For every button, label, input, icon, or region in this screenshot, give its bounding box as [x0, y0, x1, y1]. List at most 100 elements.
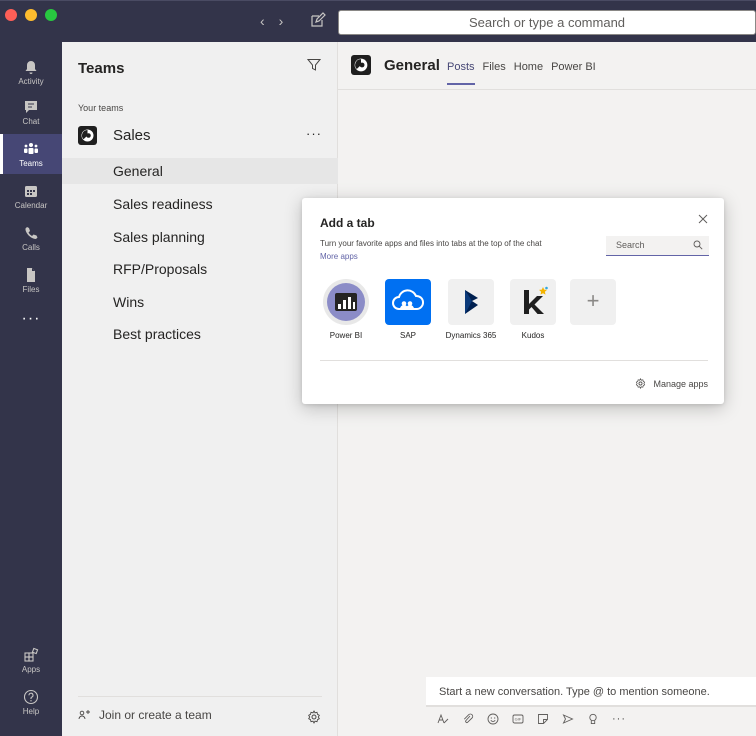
rail-item-teams[interactable]: Teams [0, 134, 62, 174]
join-team-button[interactable]: Join or create a team [78, 708, 212, 722]
back-arrow-icon[interactable]: ‹ [260, 13, 265, 29]
app-label: Power BI [329, 331, 363, 340]
rail-item-calls[interactable]: Calls [0, 218, 62, 258]
channel-rfp-proposals[interactable]: RFP/Proposals [62, 256, 338, 282]
chat-icon [25, 100, 37, 113]
tab-files[interactable]: Files [483, 61, 506, 85]
dialog-title: Add a tab [320, 216, 375, 230]
section-heading: Your teams [78, 103, 124, 113]
rail-item-activity[interactable]: Activity [0, 52, 62, 92]
channel-general[interactable]: General [62, 158, 338, 184]
rail-label: Calls [22, 242, 40, 252]
plus-icon: + [570, 279, 616, 325]
window-controls [5, 9, 57, 21]
more-options-icon[interactable]: ··· [306, 126, 322, 141]
bell-icon [25, 60, 37, 74]
emoji-icon[interactable] [487, 713, 499, 725]
channel-sales-readiness[interactable]: Sales readiness [62, 191, 338, 217]
channel-title: General [384, 57, 440, 74]
command-search-input[interactable]: Search or type a command [338, 10, 756, 35]
divider [320, 360, 708, 361]
new-conversation-input[interactable]: Start a new conversation. Type @ to ment… [426, 677, 756, 707]
format-icon[interactable] [437, 713, 449, 725]
filter-icon[interactable] [307, 58, 321, 72]
maximize-window-button[interactable] [45, 9, 57, 21]
rail-item-help[interactable]: Help [0, 682, 62, 722]
team-name: Sales [113, 126, 151, 144]
teams-list-pane: Teams Your teams Sales ··· General Sales… [62, 42, 338, 736]
app-sap[interactable]: SAP [378, 279, 438, 340]
rail-label: Teams [19, 158, 43, 168]
apps-icon [24, 647, 39, 662]
channel-avatar [351, 55, 371, 75]
channel-wins[interactable]: Wins [62, 289, 338, 315]
praise-icon[interactable] [587, 713, 599, 725]
attach-icon[interactable] [462, 713, 474, 725]
app-search-input[interactable]: Search [606, 236, 709, 256]
manage-apps-button[interactable]: Manage apps [635, 378, 708, 389]
kudos-tile [510, 279, 556, 325]
pane-title: Teams [78, 60, 125, 77]
rail-item-chat[interactable]: Chat [0, 92, 62, 132]
rail-label: Activity [18, 76, 44, 86]
sap-tile [385, 279, 431, 325]
rail-item-files[interactable]: Files [0, 260, 62, 300]
power-bi-icon [327, 283, 365, 321]
rail-label: Apps [21, 664, 41, 674]
history-nav: ‹ › [260, 13, 283, 29]
dynamics-tile [448, 279, 494, 325]
app-label: Dynamics 365 [445, 331, 497, 340]
app-rail: Activity Chat Teams Calendar Calls Files… [0, 42, 62, 736]
more-apps-link[interactable]: More apps [320, 252, 358, 261]
kudos-icon [524, 286, 548, 314]
forward-arrow-icon[interactable]: › [279, 13, 284, 29]
calendar-icon [25, 185, 37, 197]
rail-label: Files [22, 284, 40, 294]
team-avatar [78, 125, 97, 145]
search-icon [693, 240, 703, 250]
teams-icon [24, 142, 38, 154]
minimize-window-button[interactable] [25, 9, 37, 21]
tab-posts[interactable]: Posts [447, 61, 475, 85]
dynamics-icon [465, 290, 478, 314]
more-options-icon[interactable]: ··· [612, 713, 626, 725]
team-logo-icon [354, 58, 368, 72]
tab-home[interactable]: Home [514, 61, 543, 85]
channel-sales-planning[interactable]: Sales planning [62, 224, 338, 250]
compose-toolbar: GIF ··· [437, 713, 626, 725]
more-apps-icon[interactable]: ··· [0, 310, 62, 328]
app-label: SAP [399, 331, 416, 340]
gear-icon[interactable] [307, 710, 321, 724]
app-dynamics-365[interactable]: Dynamics 365 [441, 279, 501, 340]
app-kudos[interactable]: Kudos [503, 279, 563, 340]
rail-item-calendar[interactable]: Calendar [0, 176, 62, 216]
title-bar: ‹ › Search or type a command [0, 0, 756, 42]
app-label: Kudos [521, 331, 545, 340]
channel-best-practices[interactable]: Best practices [62, 321, 338, 347]
gif-icon[interactable]: GIF [512, 713, 524, 725]
tab-power-bi[interactable]: Power BI [551, 61, 596, 85]
close-window-button[interactable] [5, 9, 17, 21]
team-logo-icon [81, 129, 94, 141]
rail-label: Calendar [14, 200, 48, 210]
meet-now-icon[interactable] [562, 713, 574, 725]
app-power-bi[interactable]: Power BI [316, 279, 376, 340]
sticker-icon[interactable] [537, 713, 549, 725]
file-icon [27, 267, 35, 282]
team-row-sales[interactable]: Sales ··· [78, 122, 322, 148]
divider [78, 696, 322, 697]
close-icon[interactable] [698, 214, 708, 224]
manage-label: Manage apps [653, 378, 708, 389]
new-chat-icon[interactable] [310, 12, 326, 28]
cloud-icon [392, 289, 424, 310]
rail-item-apps[interactable]: Apps [0, 640, 62, 680]
join-label: Join or create a team [99, 708, 212, 722]
channel-header: General Posts Files Home Power BI [338, 42, 756, 90]
dialog-subtitle: Turn your favorite apps and files into t… [320, 239, 542, 248]
phone-icon [25, 226, 38, 239]
channel-tabs: Posts Files Home Power BI [447, 61, 596, 85]
rail-label: Help [22, 706, 40, 716]
gear-icon [636, 378, 646, 389]
add-app-button[interactable]: + [563, 279, 623, 325]
search-placeholder: Search [616, 240, 645, 250]
